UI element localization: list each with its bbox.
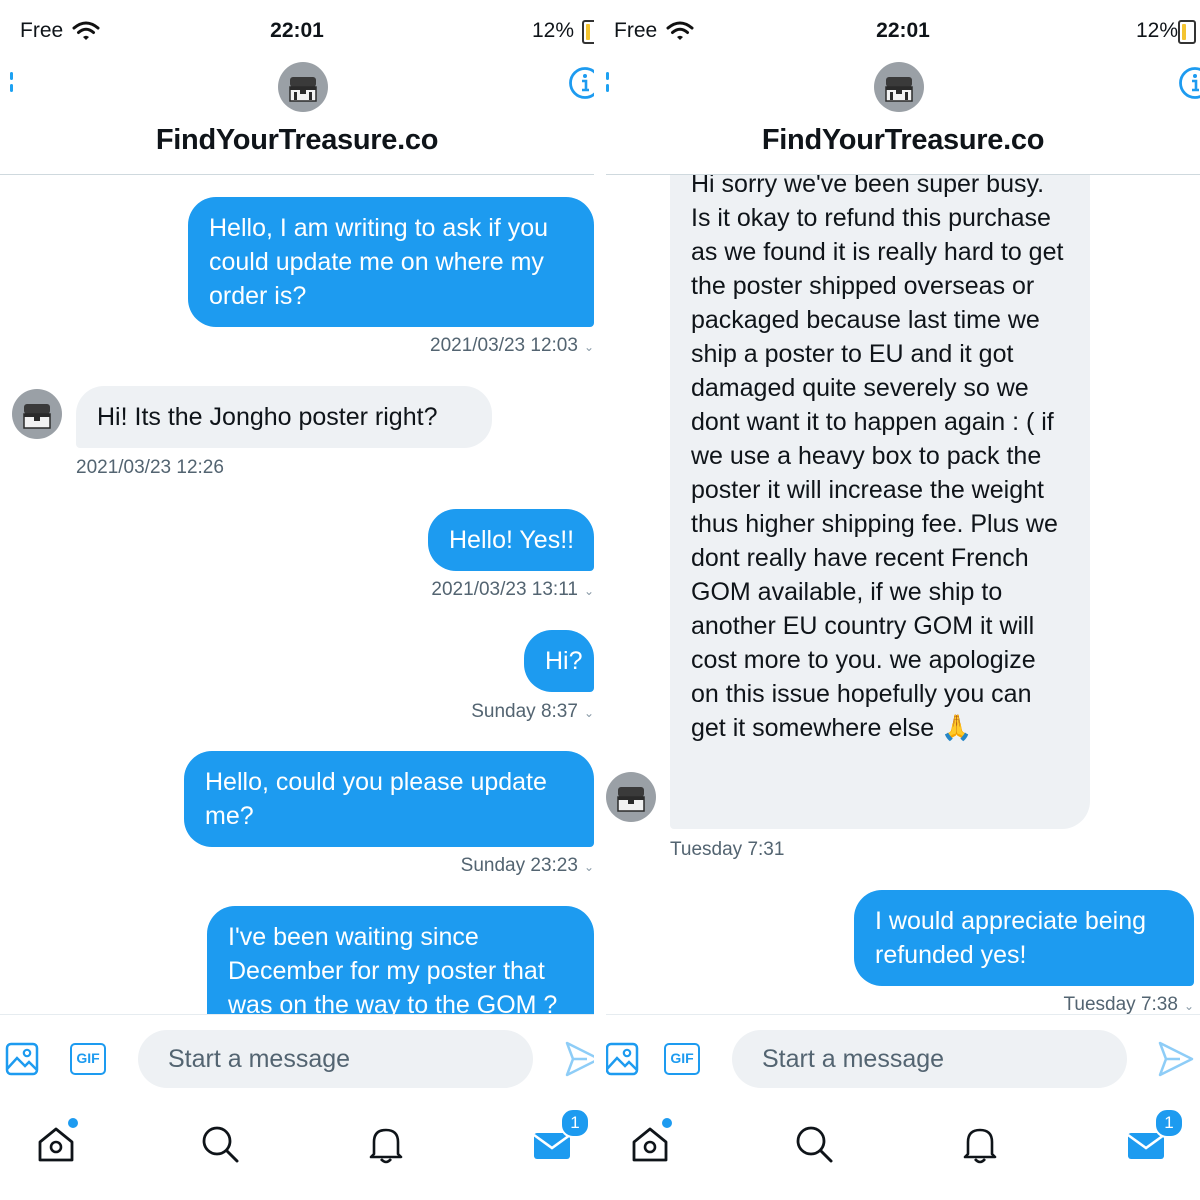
status-bar: Free 22:01 12% (606, 0, 1200, 58)
tab-home[interactable] (34, 1116, 80, 1166)
message-bubble-outgoing[interactable]: Hi? (524, 630, 594, 692)
sent-check-icon: ⌄ (1183, 999, 1194, 1013)
timestamp-text: Sunday 23:23 (460, 855, 578, 876)
notification-dot (66, 1116, 80, 1130)
avatar[interactable] (874, 62, 924, 112)
message-list[interactable]: Hi sorry we've been super busy. Is it ok… (606, 175, 1200, 1015)
message-composer: GIF (0, 1014, 594, 1105)
search-icon (202, 1126, 239, 1163)
conversation-title[interactable]: FindYourTreasure.co (606, 124, 1200, 157)
conversation-header: FindYourTreasure.co (0, 58, 594, 175)
treasure-chest-icon (23, 404, 51, 429)
tab-search[interactable] (198, 1122, 242, 1166)
send-icon[interactable] (1156, 1039, 1196, 1079)
message-timestamp: 2021/03/23 13:11 ⌄ (431, 579, 594, 601)
treasure-chest-icon (885, 77, 913, 102)
avatar[interactable] (12, 389, 62, 439)
message-timestamp: Tuesday 7:38 ⌄ (1064, 994, 1195, 1015)
gif-icon[interactable]: GIF (664, 1043, 700, 1075)
status-bar: Free 22:01 12% (0, 0, 594, 58)
message-bubble-outgoing[interactable]: I've been waiting since December for my … (207, 906, 594, 1015)
bell-icon (369, 1128, 403, 1164)
notification-dot (660, 1116, 674, 1130)
tab-messages[interactable]: 1 (530, 1108, 590, 1166)
treasure-chest-icon (617, 787, 645, 812)
tab-search[interactable] (792, 1122, 836, 1166)
back-chevron-icon[interactable] (606, 72, 610, 102)
clock: 22:01 (270, 19, 324, 42)
bottom-tab-bar: 1 (606, 1104, 1200, 1200)
dm-screen-right: Free 22:01 12% FindYourTreasure.co Hi so… (606, 0, 1200, 1200)
sent-check-icon: ⌄ (583, 860, 594, 874)
message-timestamp: 2021/03/23 12:03 ⌄ (430, 335, 594, 357)
image-icon[interactable] (4, 1041, 40, 1077)
avatar[interactable] (606, 772, 656, 822)
message-input[interactable] (138, 1030, 533, 1088)
timestamp-text: 2021/03/23 12:03 (430, 335, 578, 356)
tab-notifications[interactable] (364, 1122, 408, 1166)
sent-check-icon: ⌄ (583, 584, 594, 598)
message-bubble-incoming[interactable]: Hi sorry we've been super busy. Is it ok… (670, 175, 1090, 829)
bell-icon (963, 1128, 997, 1164)
timestamp-text: Tuesday 7:38 (1063, 994, 1178, 1015)
timestamp-text: 2021/03/23 13:11 (431, 579, 578, 600)
info-icon[interactable] (568, 66, 594, 100)
message-timestamp: Sunday 23:23 ⌄ (461, 855, 594, 877)
message-input[interactable] (732, 1030, 1127, 1088)
avatar[interactable] (278, 62, 328, 112)
unread-badge: 1 (560, 1108, 590, 1138)
image-icon[interactable] (606, 1041, 640, 1077)
back-chevron-icon[interactable] (10, 72, 14, 102)
message-bubble-outgoing[interactable]: Hello, I am writing to ask if you could … (188, 197, 594, 327)
dm-screen-left: Free 22:01 12% FindYourTreasure.co Hello… (0, 0, 594, 1200)
panel-gap (594, 0, 606, 1200)
clock: 22:01 (876, 19, 930, 42)
tab-notifications[interactable] (958, 1122, 1002, 1166)
battery-icon (1178, 20, 1196, 44)
send-icon[interactable] (563, 1039, 594, 1079)
message-bubble-outgoing[interactable]: Hello, could you please update me? (184, 751, 594, 847)
bottom-tab-bar: 1 (0, 1104, 594, 1200)
conversation-header: FindYourTreasure.co (606, 58, 1200, 175)
timestamp-text: Sunday 8:37 (471, 701, 578, 722)
message-bubble-outgoing[interactable]: Hello! Yes!! (428, 509, 594, 571)
unread-badge: 1 (1154, 1108, 1184, 1138)
gif-icon[interactable]: GIF (70, 1043, 106, 1075)
info-icon[interactable] (1178, 66, 1200, 100)
message-timestamp: Sunday 8:37 ⌄ (471, 701, 594, 723)
message-bubble-incoming[interactable]: Hi! Its the Jongho poster right? (76, 386, 492, 448)
message-timestamp: Tuesday 7:31 (670, 839, 785, 860)
battery-percent: 12% (1135, 19, 1178, 42)
battery-icon (582, 20, 594, 44)
search-icon (796, 1126, 833, 1163)
tab-messages[interactable]: 1 (1124, 1108, 1184, 1166)
sent-check-icon: ⌄ (583, 340, 594, 354)
message-list[interactable]: Hello, I am writing to ask if you could … (0, 175, 594, 1015)
conversation-title[interactable]: FindYourTreasure.co (0, 124, 594, 157)
sent-check-icon: ⌄ (583, 706, 594, 720)
message-composer: GIF (606, 1014, 1200, 1105)
tab-home[interactable] (628, 1116, 674, 1166)
message-timestamp: 2021/03/23 12:26 (76, 457, 224, 478)
treasure-chest-icon (289, 77, 317, 102)
message-bubble-outgoing[interactable]: I would appreciate being refunded yes! (854, 890, 1194, 986)
battery-percent: 12% (531, 19, 574, 42)
